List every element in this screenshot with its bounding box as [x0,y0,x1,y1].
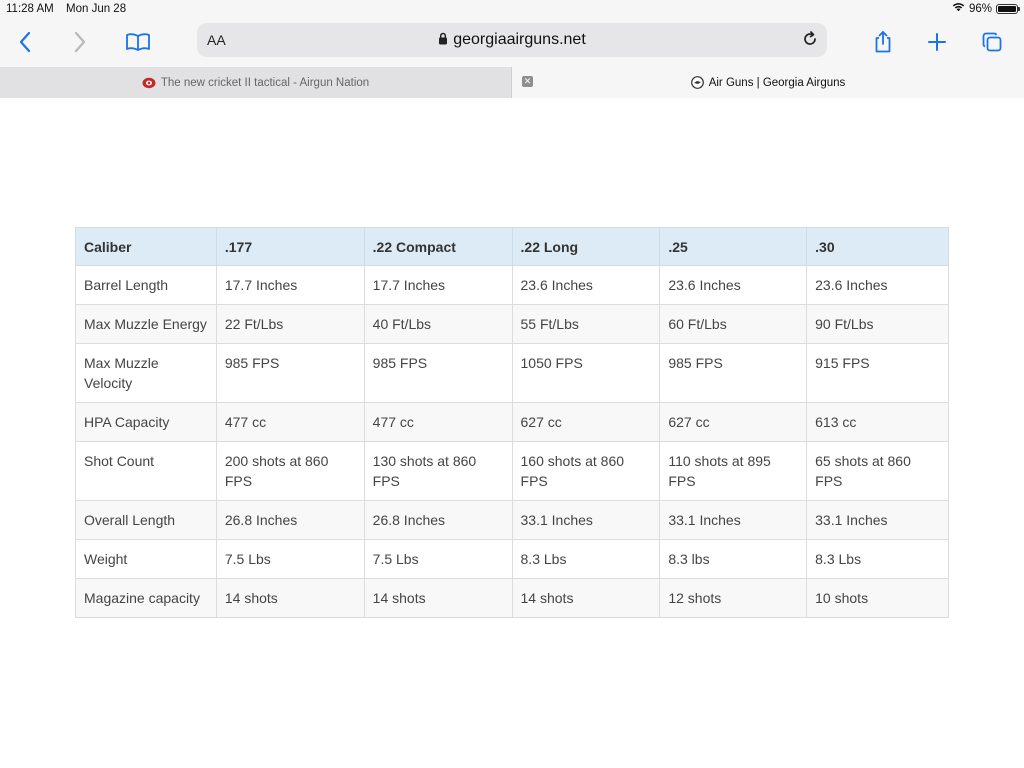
table-cell: 33.1 Inches [806,500,949,540]
table-cell: 22 Ft/Lbs [215,304,365,344]
table-cell: 14 shots [363,578,513,618]
table-header-cell: Caliber [75,227,217,266]
table-cell: 33.1 Inches [659,500,808,540]
table-cell: 8.3 Lbs [806,539,949,579]
table-header-cell: .22 Long [511,227,661,266]
status-date: Mon Jun 28 [66,3,127,15]
table-cell: 110 shots at 895 FPS [659,441,808,501]
tab-title: The new cricket II tactical - Airgun Nat… [160,76,370,89]
table-cell: 33.1 Inches [511,500,661,540]
tab-airgun-nation[interactable]: The new cricket II tactical - Airgun Nat… [0,67,512,98]
status-right: 96% [952,2,1020,15]
table-row: Shot Count 200 shots at 860 FPS 130 shot… [75,441,949,501]
table-cell: Barrel Length [75,265,217,305]
table-header-row: Caliber .177 .22 Compact .22 Long .25 .3… [75,227,949,266]
table-row: Weight 7.5 Lbs 7.5 Lbs 8.3 Lbs 8.3 lbs 8… [75,539,949,579]
table-cell: 1050 FPS [511,343,661,403]
table-cell: 23.6 Inches [659,265,808,305]
new-tab-icon[interactable] [922,28,952,56]
table-cell: 23.6 Inches [511,265,661,305]
table-cell: 55 Ft/Lbs [511,304,661,344]
table-cell: 26.8 Inches [215,500,365,540]
lock-icon [438,32,448,50]
status-bar: 11:28 AM Mon Jun 28 96% [0,0,1024,20]
table-cell: 613 cc [806,402,949,442]
table-cell: 40 Ft/Lbs [363,304,513,344]
bookmarks-icon[interactable] [123,28,153,56]
table-cell: Shot Count [75,441,217,501]
battery-percent: 96% [968,2,992,15]
georgia-airguns-favicon-icon [690,76,704,89]
table-cell: 8.3 Lbs [511,539,661,579]
forward-icon[interactable] [65,28,95,56]
table-cell: 985 FPS [363,343,513,403]
table-header-cell: .177 [215,227,365,266]
battery-icon [996,3,1020,14]
table-cell: 985 FPS [215,343,365,403]
address-bar[interactable]: AA georgiaairguns.net [197,23,827,57]
table-cell: 8.3 lbs [659,539,808,579]
table-cell: Overall Length [75,500,217,540]
reload-icon[interactable] [801,30,819,53]
table-cell: Max Muzzle Energy [75,304,217,344]
table-row: Max Muzzle Velocity 985 FPS 985 FPS 1050… [75,343,949,403]
table-row: Magazine capacity 14 shots 14 shots 14 s… [75,578,949,618]
table-row: Max Muzzle Energy 22 Ft/Lbs 40 Ft/Lbs 55… [75,304,949,344]
table-cell: 17.7 Inches [363,265,513,305]
browser-toolbar: AA georgiaairguns.net [0,20,1024,67]
table-cell: 26.8 Inches [363,500,513,540]
table-cell: Weight [75,539,217,579]
table-row: HPA Capacity 477 cc 477 cc 627 cc 627 cc… [75,402,949,442]
table-cell: 477 cc [215,402,365,442]
url-host: georgiaairguns.net [453,31,586,48]
table-cell: 915 FPS [806,343,949,403]
table-row: Barrel Length 17.7 Inches 17.7 Inches 23… [75,265,949,305]
table-cell: 985 FPS [659,343,808,403]
tab-title: Air Guns | Georgia Airguns [708,76,846,89]
wifi-icon [952,2,965,15]
table-cell: 200 shots at 860 FPS [215,441,365,501]
table-cell: 130 shots at 860 FPS [363,441,513,501]
table-cell: Magazine capacity [75,578,217,618]
tab-close-icon[interactable]: ✕ [522,76,533,87]
table-cell: 14 shots [511,578,661,618]
table-row: Overall Length 26.8 Inches 26.8 Inches 3… [75,500,949,540]
table-header-cell: .22 Compact [363,227,513,266]
table-cell: 65 shots at 860 FPS [806,441,949,501]
specs-table: Caliber .177 .22 Compact .22 Long .25 .3… [75,227,949,618]
table-cell: 60 Ft/Lbs [659,304,808,344]
table-cell: 23.6 Inches [806,265,949,305]
table-cell: 7.5 Lbs [363,539,513,579]
table-cell: 14 shots [215,578,365,618]
table-cell: 477 cc [363,402,513,442]
page-content: Caliber .177 .22 Compact .22 Long .25 .3… [0,98,1024,768]
url-display[interactable]: georgiaairguns.net [197,31,827,50]
share-icon[interactable] [868,28,898,56]
tab-bar: The new cricket II tactical - Airgun Nat… [0,67,1024,99]
table-header-cell: .30 [806,227,949,266]
table-cell: 10 shots [806,578,949,618]
tab-georgia-airguns[interactable]: ✕ Air Guns | Georgia Airguns [512,67,1024,98]
table-cell: HPA Capacity [75,402,217,442]
tabs-icon[interactable] [977,28,1007,56]
table-cell: 12 shots [659,578,808,618]
table-cell: 7.5 Lbs [215,539,365,579]
status-time: 11:28 AM [6,3,54,15]
table-cell: 627 cc [511,402,661,442]
table-cell: 160 shots at 860 FPS [511,441,661,501]
table-cell: 90 Ft/Lbs [806,304,949,344]
table-cell: Max Muzzle Velocity [75,343,217,403]
back-icon[interactable] [10,28,40,56]
table-cell: 17.7 Inches [215,265,365,305]
airgun-nation-favicon-icon [142,77,156,89]
table-header-cell: .25 [659,227,808,266]
table-cell: 627 cc [659,402,808,442]
